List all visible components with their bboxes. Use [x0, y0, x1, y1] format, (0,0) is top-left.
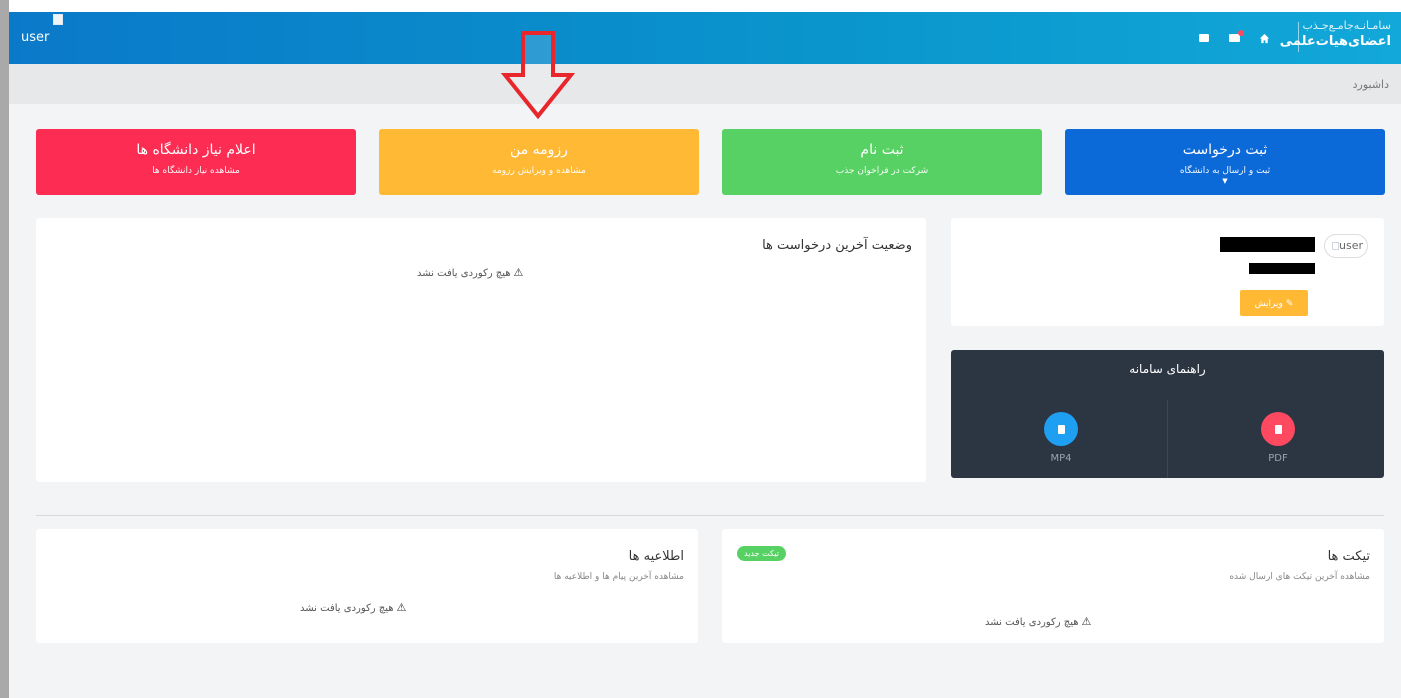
system-guide-card: راهنمای سامانه PDF MP4	[951, 350, 1384, 478]
guide-divider	[1167, 400, 1168, 478]
brand-line-2: اعضای‌هیات‌علمی	[1279, 34, 1391, 49]
redacted-info	[1249, 263, 1315, 274]
tile-register[interactable]: ثبت نام شرکت در فراخوان جذب	[722, 129, 1042, 195]
window-top-edge	[9, 0, 1401, 12]
guide-title: راهنمای سامانه	[1129, 362, 1206, 376]
tile-subtitle: ثبت و ارسال به دانشگاه	[1179, 166, 1271, 176]
avatar-alt: user	[1339, 239, 1363, 252]
chat-icon[interactable]	[1197, 32, 1211, 44]
tile-title: ثبت درخواست	[1182, 142, 1268, 158]
warning-icon: ⚠	[396, 601, 407, 614]
latest-requests-card: وضعیت آخرین درخواست ها ⚠هیچ رکوردی یافت …	[36, 218, 926, 482]
guide-pdf-link[interactable]: PDF	[1258, 412, 1298, 464]
tile-university-needs[interactable]: اعلام نیاز دانشگاه ها مشاهده نیاز دانشگا…	[36, 129, 356, 195]
guide-pdf-label: PDF	[1268, 453, 1288, 464]
redacted-name	[1220, 237, 1315, 252]
card-subtitle: مشاهده آخرین پیام ها و اطلاعیه ها	[553, 572, 684, 582]
tile-subtitle: شرکت در فراخوان جذب	[835, 166, 929, 176]
empty-message: ⚠هیچ رکوردی یافت نشد	[417, 266, 523, 279]
avatar: user	[1324, 234, 1368, 258]
breadcrumb[interactable]: داشبورد	[1353, 78, 1389, 91]
dashboard-page: user سامـانـه‌جامـع‌جـذب اعضای‌هیات‌علمی…	[9, 12, 1401, 698]
top-navbar: user سامـانـه‌جامـع‌جـذب اعضای‌هیات‌علمی	[9, 12, 1401, 64]
tile-subtitle: مشاهده نیاز دانشگاه ها	[152, 166, 240, 176]
section-divider	[36, 515, 1384, 516]
window-left-edge	[0, 0, 9, 698]
empty-text: هیچ رکوردی یافت نشد	[985, 617, 1079, 628]
warning-icon: ⚠	[1081, 615, 1092, 628]
card-title: تیکت ها	[1327, 549, 1370, 564]
mail-icon[interactable]	[1227, 30, 1244, 44]
brand-line-1: سامـانـه‌جامـع‌جـذب	[1302, 19, 1392, 32]
tile-subtitle: مشاهده و ویرایش رزومه	[492, 166, 586, 176]
brand-logo[interactable]: سامـانـه‌جامـع‌جـذب اعضای‌هیات‌علمی	[1280, 19, 1391, 51]
edit-profile-button[interactable]: ✎ ویرایش	[1240, 290, 1308, 316]
empty-message: ⚠هیچ رکوردی یافت نشد	[985, 615, 1091, 628]
tile-title: رزومه من	[510, 142, 568, 158]
profile-card: user ✎ ویرایش	[951, 218, 1384, 326]
chevron-down-icon: ▼	[1222, 177, 1228, 185]
guide-mp4-link[interactable]: MP4	[1041, 412, 1081, 464]
warning-icon: ⚠	[513, 266, 524, 279]
new-ticket-button[interactable]: تیکت جدید	[737, 546, 787, 561]
tile-title: اعلام نیاز دانشگاه ها	[136, 142, 256, 158]
pencil-icon: ✎	[1285, 297, 1294, 308]
card-subtitle: مشاهده آخرین تیکت های ارسال شده	[1229, 572, 1370, 582]
file-icon	[1044, 412, 1078, 446]
tile-my-resume[interactable]: رزومه من مشاهده و ویرایش رزومه	[379, 129, 699, 195]
edit-label: ویرایش	[1254, 297, 1283, 308]
home-icon[interactable]	[1257, 32, 1271, 44]
broken-image-icon	[1332, 242, 1339, 250]
file-icon	[1261, 412, 1295, 446]
user-avatar-alt: user	[21, 30, 50, 45]
broken-image-icon	[53, 14, 63, 25]
breadcrumb-bar: داشبورد	[9, 64, 1401, 104]
announcements-card: اطلاعیه ها مشاهده آخرین پیام ها و اطلاعی…	[36, 529, 698, 643]
empty-text: هیچ رکوردی یافت نشد	[300, 603, 394, 614]
empty-message: ⚠هیچ رکوردی یافت نشد	[300, 601, 406, 614]
tile-title: ثبت نام	[860, 142, 904, 158]
card-title: اطلاعیه ها	[628, 549, 684, 564]
empty-text: هیچ رکوردی یافت نشد	[417, 268, 511, 279]
user-avatar-image[interactable]: user	[21, 14, 63, 45]
guide-mp4-label: MP4	[1050, 453, 1072, 464]
tile-submit-request[interactable]: ثبت درخواست ثبت و ارسال به دانشگاه ▼	[1065, 129, 1385, 195]
tickets-card: تیکت ها مشاهده آخرین تیکت های ارسال شده …	[722, 529, 1384, 643]
card-title: وضعیت آخرین درخواست ها	[762, 238, 912, 253]
annotation-arrow-icon	[500, 31, 576, 120]
